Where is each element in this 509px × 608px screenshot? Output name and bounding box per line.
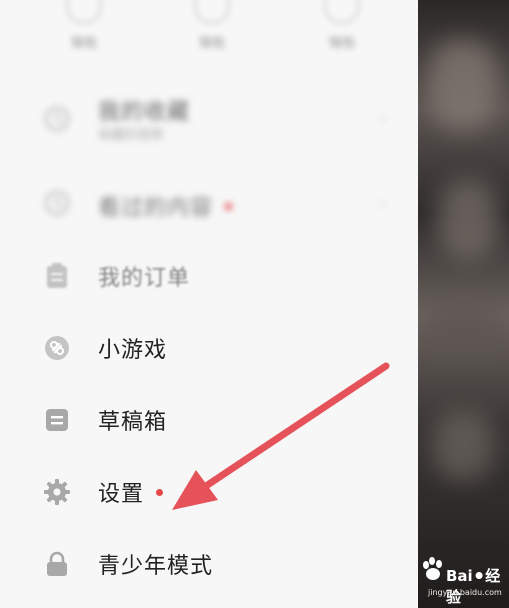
- background-video-content[interactable]: [418, 0, 509, 608]
- paw-icon: [423, 557, 442, 580]
- gear-icon: [44, 479, 70, 505]
- chevron-right-icon: ›: [380, 194, 387, 213]
- menu-item-favorites[interactable]: 我的收藏 收藏的视频 ›: [0, 90, 418, 150]
- menu-item-sublabel: 收藏的视频: [98, 128, 164, 143]
- lock-icon: [44, 551, 70, 577]
- menu-item-mini-games[interactable]: 小游戏: [0, 330, 418, 366]
- menu-item-drafts[interactable]: 草稿箱: [0, 402, 418, 438]
- background-shape: [423, 300, 503, 360]
- wallet-icon: [66, 0, 102, 24]
- menu-item-orders[interactable]: 我的订单: [0, 258, 418, 294]
- history-icon: [44, 190, 70, 216]
- chevron-right-icon: ›: [380, 108, 387, 127]
- draft-box-icon: [44, 407, 70, 433]
- menu-item-teen-mode[interactable]: 青少年模式: [0, 546, 418, 582]
- menu-item-label: 草稿箱: [98, 410, 168, 435]
- quick-action-ticket[interactable]: 钱包: [322, 0, 362, 51]
- quick-action-coupon[interactable]: 钱包: [192, 0, 232, 51]
- coupon-icon: [194, 0, 230, 24]
- watermark-url: jingyan.baidu.com: [428, 588, 502, 597]
- side-drawer: 钱包 钱包 钱包 我的收藏 收藏的视频 › 看过的内容 › 我的订单 小游戏 草…: [0, 0, 418, 608]
- menu-item-label: 我的订单: [98, 266, 191, 291]
- menu-item-settings[interactable]: 设置: [0, 474, 418, 510]
- game-icon: [44, 335, 70, 361]
- menu-item-label: 我的收藏: [98, 100, 191, 125]
- background-shape: [438, 180, 498, 260]
- quick-action-wallet[interactable]: 钱包: [64, 0, 104, 51]
- background-shape: [428, 40, 498, 130]
- menu-item-label: 青少年模式: [98, 554, 214, 579]
- watermark-brand: Bai⚫经验: [446, 567, 501, 606]
- menu-item-label: 小游戏: [98, 338, 168, 363]
- order-icon: [44, 263, 70, 289]
- baidu-jingyan-watermark: Bai⚫经验 jingyan.baidu.com: [418, 548, 509, 606]
- ticket-icon: [324, 0, 360, 24]
- new-badge-dot: [156, 488, 164, 496]
- menu-item-label: 看过的内容: [98, 190, 233, 222]
- menu-item-label: 设置: [98, 476, 164, 508]
- quick-action-label: 钱包: [328, 36, 355, 51]
- background-shape: [433, 410, 493, 480]
- quick-action-label: 钱包: [198, 36, 225, 51]
- quick-action-label: 钱包: [70, 36, 97, 51]
- clock-icon: [44, 106, 70, 132]
- new-badge-dot: [225, 202, 233, 210]
- quick-actions-row: 钱包 钱包 钱包: [0, 0, 418, 60]
- menu-item-history[interactable]: 看过的内容 ›: [0, 184, 418, 224]
